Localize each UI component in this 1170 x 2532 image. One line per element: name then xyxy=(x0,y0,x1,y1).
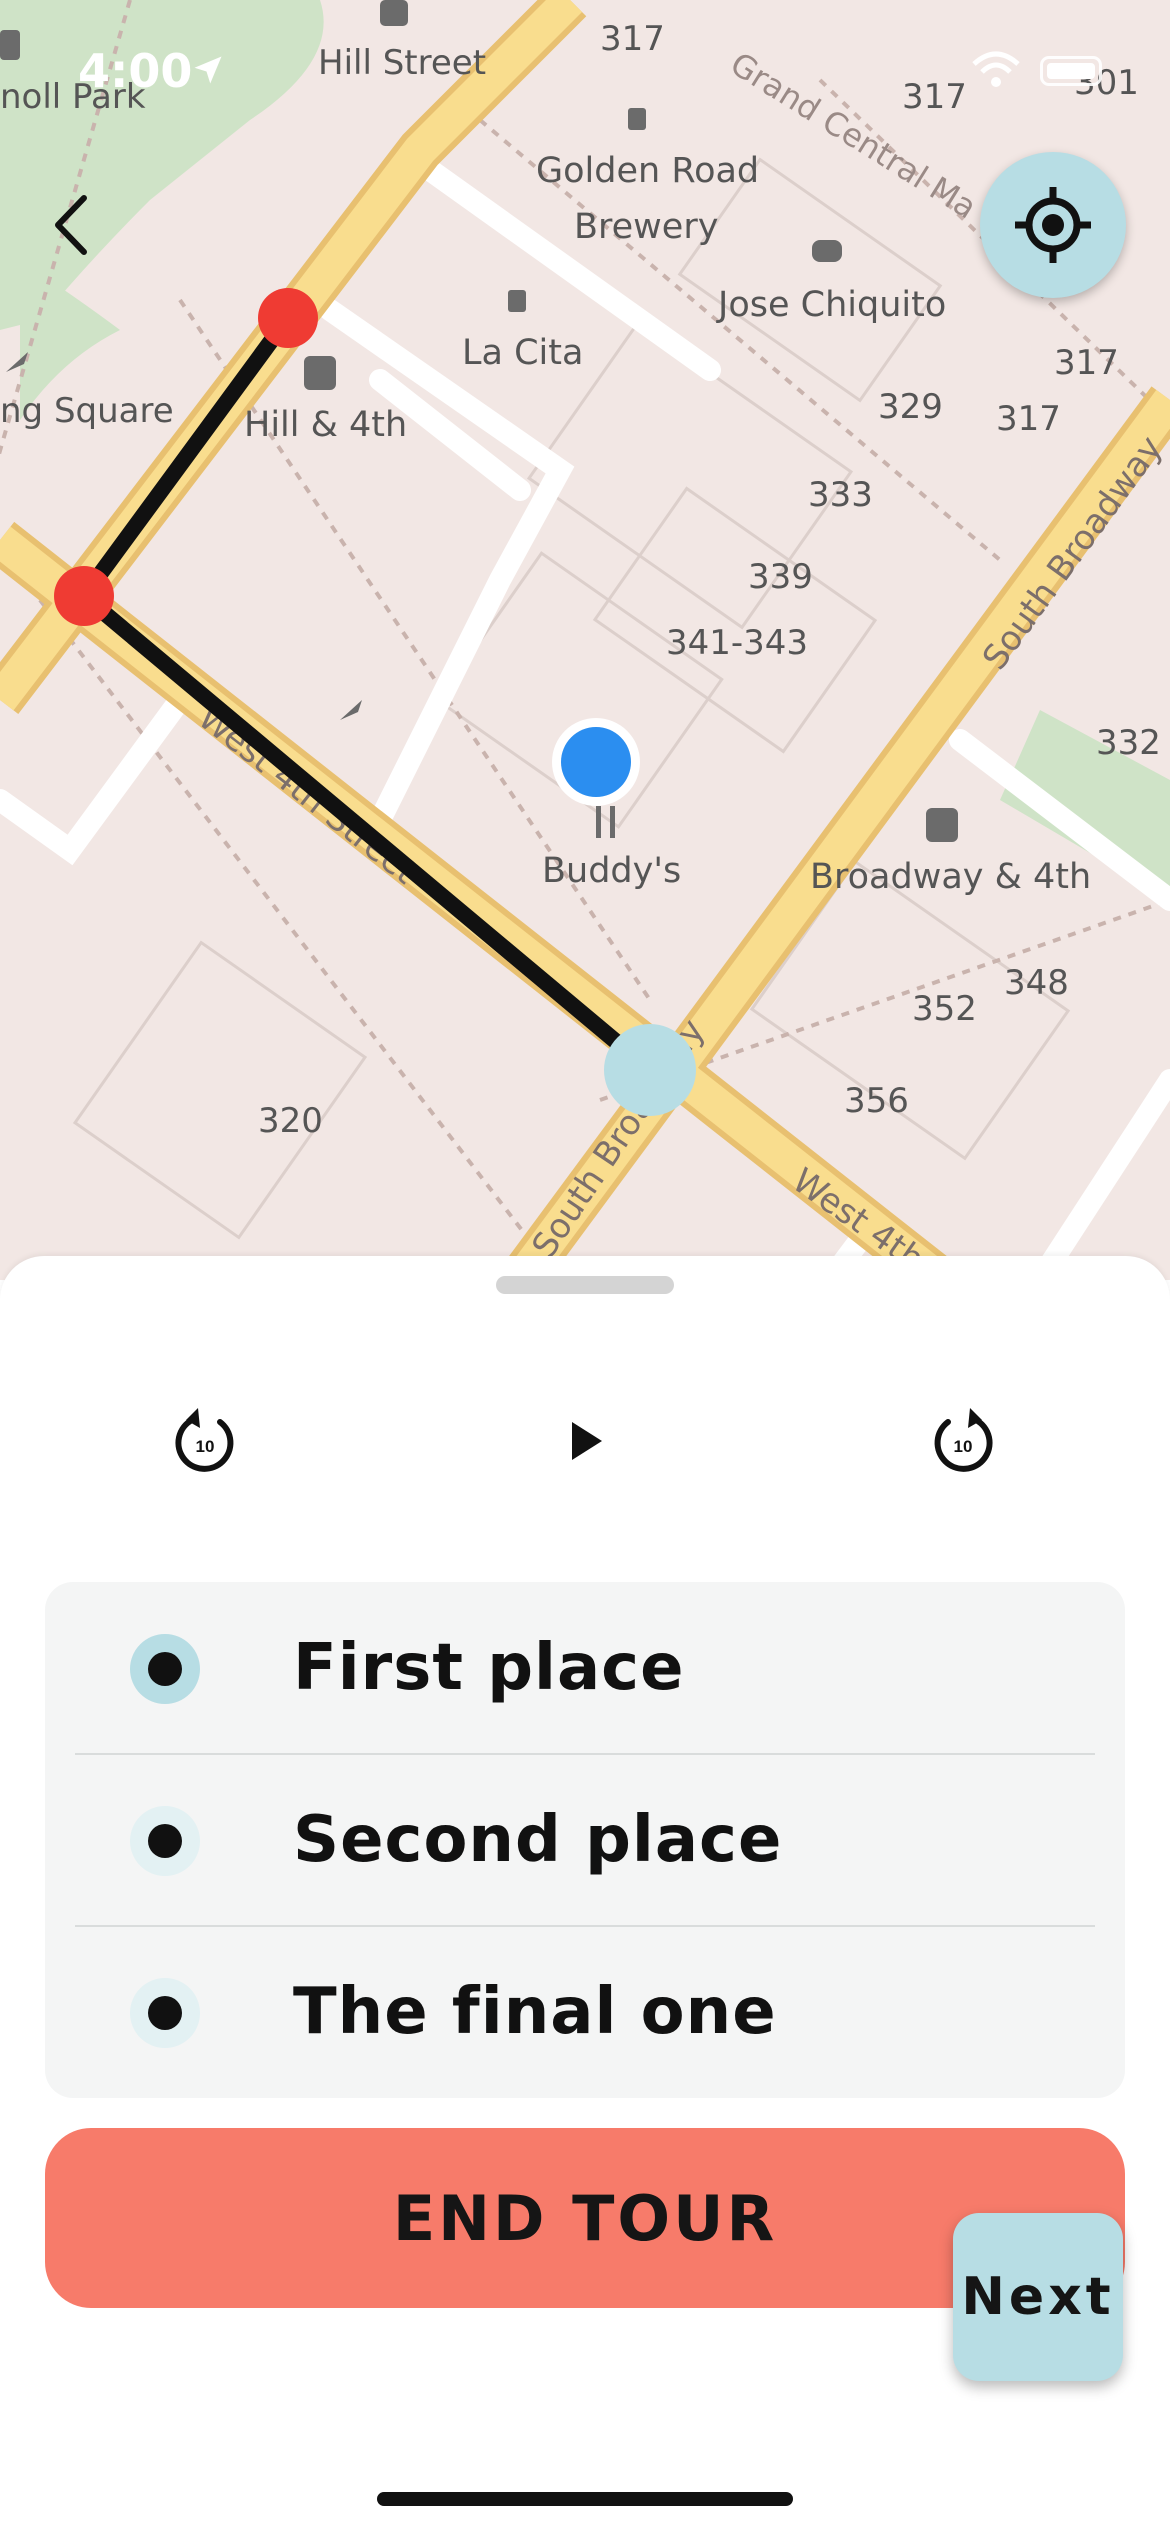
bus-stop-icon xyxy=(304,356,336,390)
bar-icon xyxy=(508,290,526,312)
tour-stop-label: The final one xyxy=(293,1975,777,2049)
battery-icon xyxy=(1040,56,1102,86)
wifi-icon xyxy=(972,51,1020,87)
map-number-317c: 317 xyxy=(1054,343,1119,383)
status-bar: 4:00 xyxy=(0,0,1170,140)
tour-stop-label: First place xyxy=(293,1631,685,1705)
next-button[interactable]: Next xyxy=(953,2213,1123,2381)
burger-icon xyxy=(812,240,842,262)
back-button[interactable] xyxy=(30,180,110,270)
route-point-second[interactable] xyxy=(54,566,114,626)
tour-stops-list: First place Second place The final one xyxy=(45,1582,1125,2098)
route-point-final[interactable] xyxy=(604,1024,696,1116)
map-number-329: 329 xyxy=(878,387,943,427)
map-label-jose-chiquito: Jose Chiquito xyxy=(716,285,946,325)
stop-indicator-active xyxy=(130,1634,200,1704)
map-number-352: 352 xyxy=(912,989,977,1029)
user-location-dot xyxy=(561,727,631,797)
home-indicator[interactable] xyxy=(377,2492,793,2506)
map-number-320: 320 xyxy=(258,1101,323,1141)
map-number-339: 339 xyxy=(748,557,813,597)
route-point-first[interactable] xyxy=(258,288,318,348)
rewind-10-icon: 10 xyxy=(175,1408,234,1472)
map-label-square: ng Square xyxy=(0,391,174,431)
location-arrow-icon xyxy=(194,56,222,84)
play-icon xyxy=(572,1422,602,1460)
recenter-location-button[interactable] xyxy=(980,152,1126,298)
rewind-10-button[interactable]: 10 xyxy=(160,1396,250,1486)
map-number-348: 348 xyxy=(1004,963,1069,1003)
map-number-317d: 317 xyxy=(996,399,1061,439)
map-number-332: 332 xyxy=(1096,723,1161,763)
map-label-la-cita: La Cita xyxy=(462,333,583,373)
chevron-left-icon xyxy=(55,195,87,255)
map-number-341: 341-343 xyxy=(666,623,808,663)
svg-text:10: 10 xyxy=(954,1437,973,1456)
bus-stop-icon xyxy=(926,808,958,842)
tour-stop-item[interactable]: Second place xyxy=(45,1754,1125,1926)
crosshair-icon xyxy=(1015,187,1091,263)
map-label-brewery: Brewery xyxy=(574,207,718,247)
sheet-drag-handle[interactable] xyxy=(496,1276,674,1294)
forward-10-button[interactable]: 10 xyxy=(918,1396,1008,1486)
map-number-356: 356 xyxy=(844,1081,909,1121)
tour-stop-item[interactable]: First place xyxy=(45,1582,1125,1754)
svg-text:10: 10 xyxy=(196,1437,215,1456)
map-label-buddys: Buddy's xyxy=(542,851,681,891)
stop-indicator xyxy=(130,1806,200,1876)
play-button[interactable] xyxy=(540,1396,630,1486)
map-label-golden-road: Golden Road xyxy=(536,151,759,191)
status-time: 4:00 xyxy=(78,44,193,98)
map-number-333: 333 xyxy=(808,475,873,515)
tour-stop-item[interactable]: The final one xyxy=(45,1926,1125,2098)
map-label-broadway-4th: Broadway & 4th xyxy=(810,857,1091,897)
forward-10-icon: 10 xyxy=(934,1408,993,1472)
stop-indicator xyxy=(130,1978,200,2048)
map-label-hill-4th: Hill & 4th xyxy=(244,405,407,445)
tour-stop-label: Second place xyxy=(293,1803,783,1877)
